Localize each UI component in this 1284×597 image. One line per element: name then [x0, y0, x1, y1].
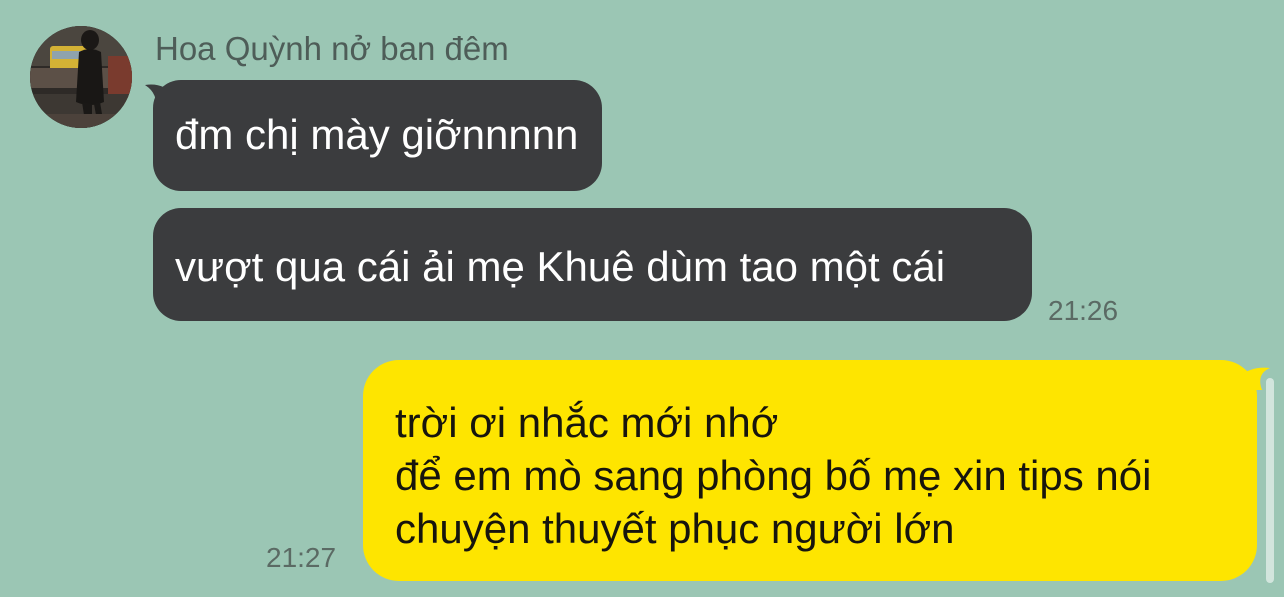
- message-text: vượt qua cái ải mẹ Khuê dùm tao một cái: [175, 243, 946, 290]
- message-line: để em mò sang phòng bố mẹ xin tips nói: [395, 452, 1152, 499]
- scrollbar[interactable]: [1266, 378, 1274, 583]
- message-timestamp: 21:27: [266, 542, 337, 573]
- outgoing-message-bubble[interactable]: trời ơi nhắc mới nhớ để em mò sang phòng…: [363, 360, 1257, 581]
- message-line: trời ơi nhắc mới nhớ: [395, 399, 779, 446]
- incoming-message-bubble[interactable]: đm chị mày giỡnnnnn: [153, 80, 603, 191]
- message-text: đm chị mày giỡnnnnn: [175, 111, 579, 158]
- message-timestamp: 21:26: [1048, 295, 1119, 326]
- sender-avatar[interactable]: [30, 26, 132, 128]
- message-line: chuyện thuyết phục người lớn: [395, 505, 955, 552]
- incoming-message-bubble[interactable]: vượt qua cái ải mẹ Khuê dùm tao một cái: [153, 208, 1032, 321]
- avatar-photo-icon: [30, 26, 132, 128]
- sender-name: Hoa Quỳnh nở ban đêm: [155, 30, 509, 67]
